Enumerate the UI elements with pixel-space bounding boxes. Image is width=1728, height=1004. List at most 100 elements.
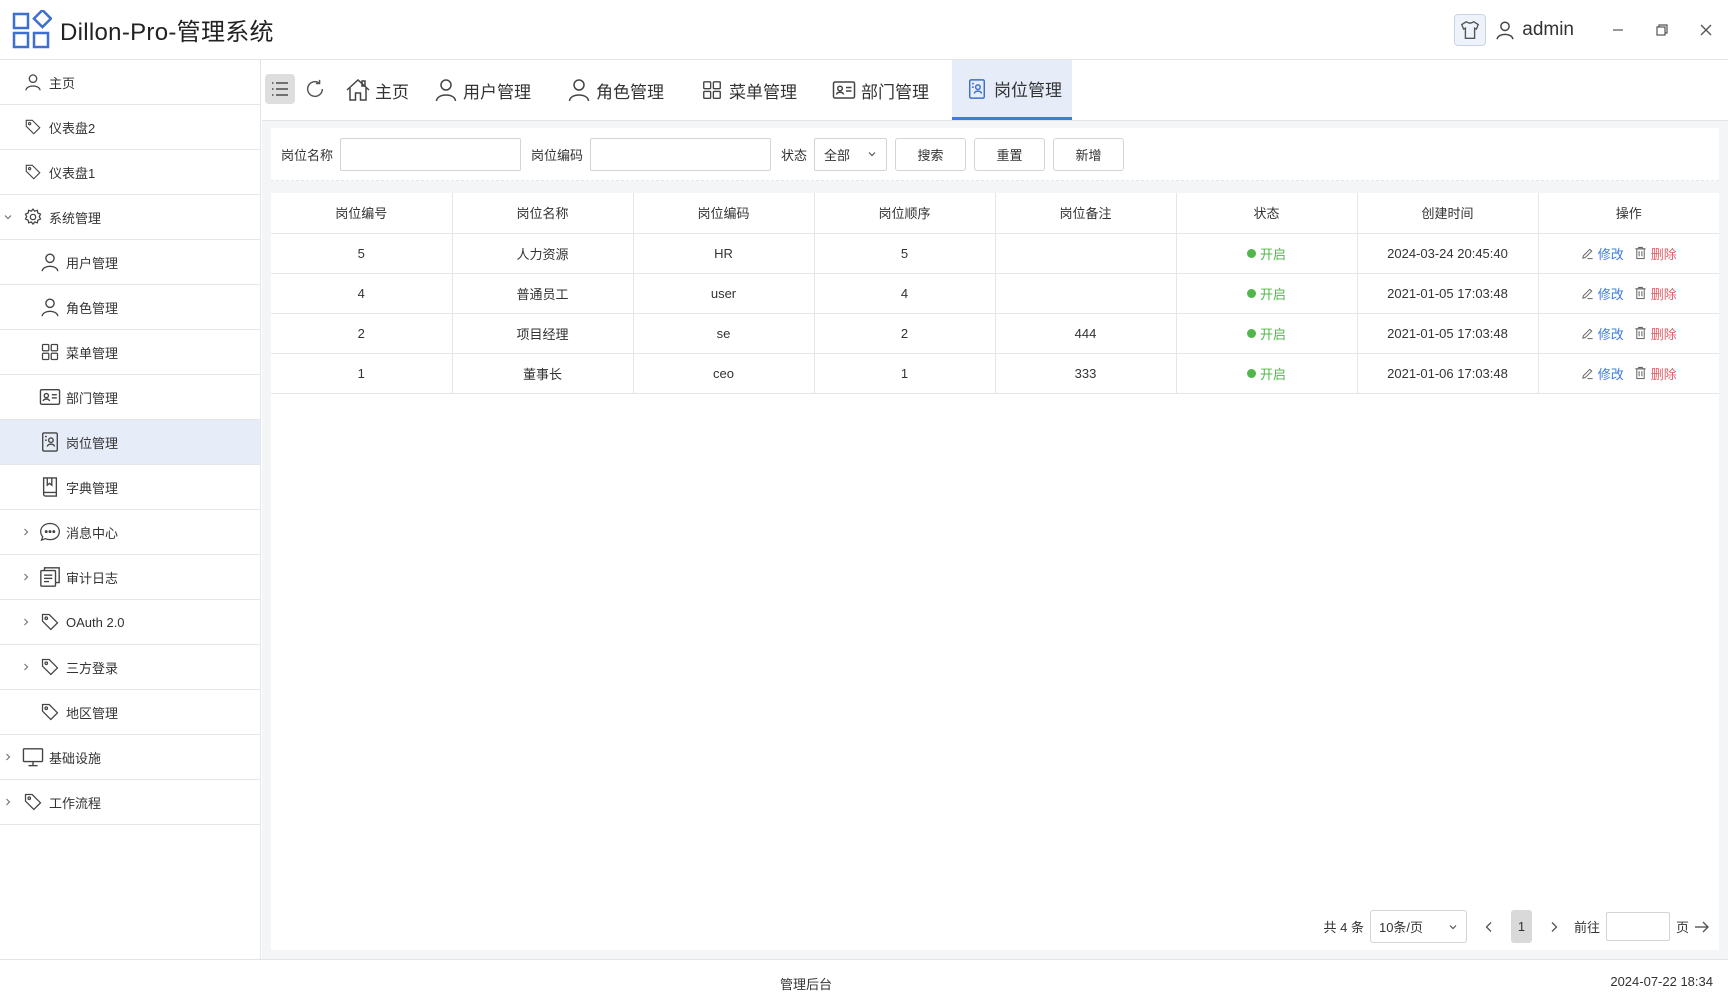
tab-roles[interactable]: 角色管理 bbox=[566, 60, 664, 120]
sidebar-item-label: 仪表盘1 bbox=[49, 165, 96, 181]
positions-table: 岗位编号 岗位名称 岗位编码 岗位顺序 岗位备注 状态 创建时间 操作 5 人力… bbox=[271, 193, 1719, 394]
sidebar-item-users[interactable]: 用户管理 bbox=[0, 240, 260, 285]
user-icon bbox=[1496, 21, 1514, 40]
toggle-sidebar-button[interactable] bbox=[265, 74, 295, 104]
tab-label: 菜单管理 bbox=[729, 82, 797, 102]
cell-status: 开启 bbox=[1176, 313, 1358, 354]
page-number-button[interactable]: 1 bbox=[1510, 910, 1532, 943]
sidebar-item-messages[interactable]: 消息中心 bbox=[0, 510, 260, 555]
pagination: 共 4 条 10条/页 1 前往 页 bbox=[1324, 910, 1716, 943]
arrow-right-icon bbox=[1695, 921, 1709, 932]
tag-icon bbox=[39, 611, 61, 633]
delete-button[interactable]: 删除 bbox=[1634, 284, 1677, 303]
sidebar-item-label: 仪表盘2 bbox=[49, 120, 96, 136]
position-name-input[interactable] bbox=[340, 137, 522, 171]
sidebar-item-system[interactable]: 系统管理 bbox=[0, 195, 260, 240]
goto-page-button[interactable] bbox=[1689, 910, 1715, 943]
edit-icon bbox=[1581, 288, 1593, 299]
sidebar-item-departments[interactable]: 部门管理 bbox=[0, 375, 260, 420]
edit-button[interactable]: 修改 bbox=[1581, 324, 1624, 343]
theme-button[interactable] bbox=[1454, 14, 1487, 46]
cell-actions: 修改 删除 bbox=[1538, 273, 1719, 314]
cell-id: 5 bbox=[271, 233, 453, 274]
sidebar-item-dashboard2[interactable]: 仪表盘2 bbox=[0, 105, 260, 150]
tab-positions[interactable]: 岗位管理 bbox=[952, 60, 1072, 120]
sidebar-item-home[interactable]: 主页 bbox=[0, 60, 260, 105]
sidebar-item-regions[interactable]: 地区管理 bbox=[0, 690, 260, 735]
edit-button[interactable]: 修改 bbox=[1581, 244, 1624, 263]
goto-page-input[interactable] bbox=[1605, 912, 1670, 941]
minimize-icon bbox=[1613, 29, 1623, 31]
status-select-value: 全部 bbox=[824, 147, 851, 163]
trash-icon bbox=[1635, 286, 1646, 300]
sidebar-item-oauth[interactable]: OAuth 2.0 bbox=[0, 600, 260, 645]
cell-remark: 333 bbox=[995, 353, 1177, 394]
footer-text: 管理后台 bbox=[780, 977, 833, 992]
sidebar-item-roles[interactable]: 角色管理 bbox=[0, 285, 260, 330]
delete-label: 删除 bbox=[1650, 366, 1677, 382]
delete-label: 删除 bbox=[1650, 246, 1677, 262]
sidebar-item-label: 地区管理 bbox=[66, 705, 119, 721]
delete-button[interactable]: 删除 bbox=[1634, 244, 1677, 263]
cell-created: 2024-03-24 20:45:40 bbox=[1357, 233, 1539, 274]
delete-button[interactable]: 删除 bbox=[1634, 324, 1677, 343]
reset-button[interactable]: 重置 bbox=[974, 137, 1046, 171]
minimize-button[interactable] bbox=[1596, 0, 1640, 60]
tab-departments[interactable]: 部门管理 bbox=[831, 60, 929, 120]
tab-bar: 主页 用户管理 角色管理 菜单管理 部门管理 岗位管理 bbox=[262, 60, 1728, 121]
edit-label: 修改 bbox=[1597, 246, 1624, 262]
cell-id: 2 bbox=[271, 313, 453, 354]
cell-created: 2021-01-05 17:03:48 bbox=[1357, 313, 1539, 354]
edit-button[interactable]: 修改 bbox=[1581, 284, 1624, 303]
chevron-right-icon bbox=[3, 752, 13, 762]
sidebar-item-workflow[interactable]: 工作流程 bbox=[0, 780, 260, 825]
cell-code: HR bbox=[633, 233, 815, 274]
cell-id: 4 bbox=[271, 273, 453, 314]
cell-name: 项目经理 bbox=[452, 313, 634, 354]
sidebar-item-infrastructure[interactable]: 基础设施 bbox=[0, 735, 260, 780]
delete-button[interactable]: 删除 bbox=[1634, 364, 1677, 383]
cell-code: user bbox=[633, 273, 815, 314]
refresh-button[interactable] bbox=[300, 74, 330, 104]
tab-users[interactable]: 用户管理 bbox=[433, 60, 531, 120]
page-size-select[interactable]: 10条/页 bbox=[1369, 910, 1467, 943]
position-code-input[interactable] bbox=[590, 137, 772, 171]
sidebar-item-dictionary[interactable]: 字典管理 bbox=[0, 465, 260, 510]
edit-button[interactable]: 修改 bbox=[1581, 364, 1624, 383]
column-header: 创建时间 bbox=[1357, 193, 1539, 234]
cell-remark bbox=[995, 273, 1177, 314]
column-header: 操作 bbox=[1538, 193, 1719, 234]
user-menu[interactable]: admin bbox=[1494, 18, 1574, 42]
sidebar-item-dashboard1[interactable]: 仪表盘1 bbox=[0, 150, 260, 195]
column-header: 岗位编号 bbox=[271, 193, 453, 234]
message-icon bbox=[39, 521, 61, 543]
chevron-right-icon bbox=[1551, 921, 1558, 932]
app-header: Dillon-Pro-管理系统 admin bbox=[0, 0, 1728, 60]
sidebar-item-label: 岗位管理 bbox=[66, 435, 119, 451]
column-header: 岗位名称 bbox=[452, 193, 634, 234]
restore-button[interactable] bbox=[1640, 0, 1684, 60]
position-name-label: 岗位名称 bbox=[281, 147, 334, 163]
search-button[interactable]: 搜索 bbox=[895, 137, 967, 171]
add-button[interactable]: 新增 bbox=[1053, 137, 1125, 171]
sidebar-item-third-party-login[interactable]: 三方登录 bbox=[0, 645, 260, 690]
tab-menus[interactable]: 菜单管理 bbox=[699, 60, 797, 120]
sidebar-item-audit-log[interactable]: 审计日志 bbox=[0, 555, 260, 600]
user-icon bbox=[566, 77, 592, 103]
prev-page-button[interactable] bbox=[1473, 910, 1505, 943]
tab-home[interactable]: 主页 bbox=[345, 60, 409, 120]
status-dot-icon bbox=[1246, 288, 1256, 298]
sidebar-item-positions[interactable]: 岗位管理 bbox=[0, 420, 260, 465]
next-page-button[interactable] bbox=[1538, 910, 1570, 943]
sidebar-item-label: 用户管理 bbox=[66, 255, 119, 271]
username: admin bbox=[1522, 19, 1574, 40]
status-select[interactable]: 全部 bbox=[814, 137, 888, 171]
close-button[interactable] bbox=[1684, 0, 1728, 60]
cell-status: 开启 bbox=[1176, 233, 1358, 274]
edit-label: 修改 bbox=[1597, 366, 1624, 382]
sidebar-item-label: 消息中心 bbox=[66, 525, 119, 541]
sidebar-item-menus[interactable]: 菜单管理 bbox=[0, 330, 260, 375]
trash-icon bbox=[1635, 246, 1646, 260]
tag-icon bbox=[39, 656, 61, 678]
cell-code: ceo bbox=[633, 353, 815, 394]
